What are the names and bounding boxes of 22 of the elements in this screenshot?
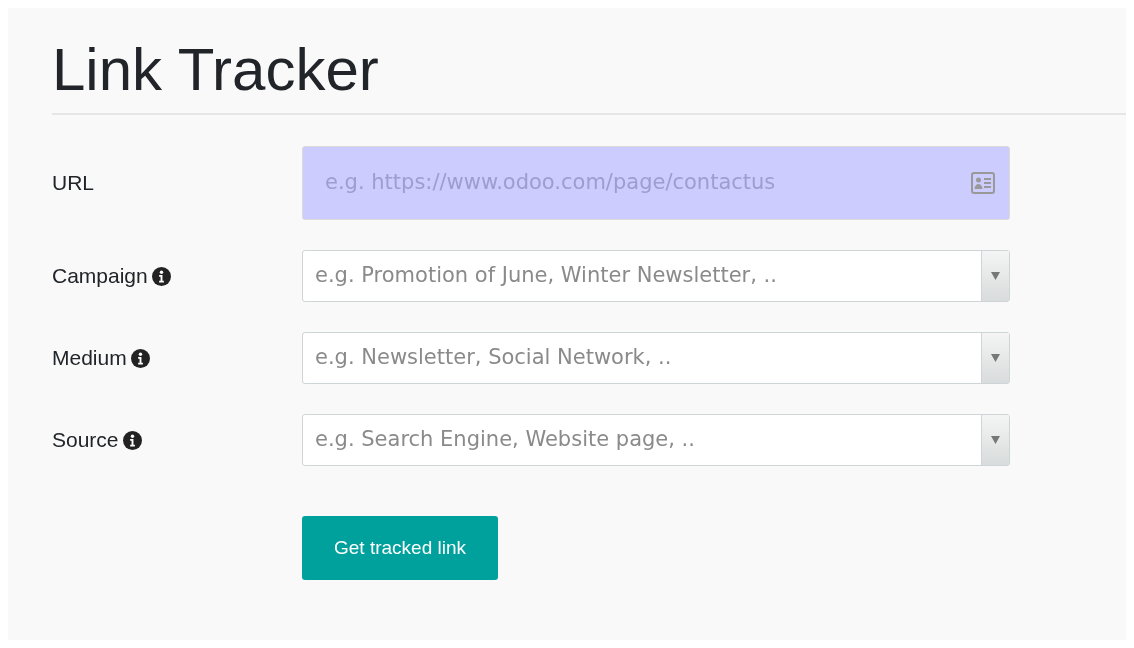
field-placeholder: e.g. Promotion of June, Winter Newsletter, .. (315, 262, 777, 290)
get-tracked-link-button[interactable]: Get tracked link (302, 516, 498, 580)
dropdown-toggle[interactable] (981, 333, 1009, 383)
field-label: Source (52, 427, 119, 454)
caret-icon (991, 354, 1000, 362)
caret-icon (991, 436, 1000, 444)
info-icon (130, 348, 150, 368)
select-field[interactable]: e.g. Promotion of June, Winter Newsletter, .. (302, 250, 1010, 302)
contact-card-icon (971, 172, 995, 194)
select-field[interactable]: e.g. Search Engine, Website page, .. (302, 414, 1010, 466)
select-field[interactable]: e.g. Newsletter, Social Network, .. (302, 332, 1010, 384)
field-placeholder: e.g. Newsletter, Social Network, .. (315, 344, 672, 372)
field-placeholder: e.g. Search Engine, Website page, .. (315, 426, 695, 454)
page-title: Link Tracker (52, 35, 379, 105)
dropdown-toggle[interactable] (981, 415, 1009, 465)
field-label: Campaign (52, 263, 148, 290)
caret-icon (991, 272, 1000, 280)
field-label: Medium (52, 345, 127, 372)
info-icon (122, 430, 142, 450)
info-icon (151, 266, 171, 286)
dropdown-toggle[interactable] (981, 251, 1009, 301)
field-label: URL (52, 170, 94, 197)
